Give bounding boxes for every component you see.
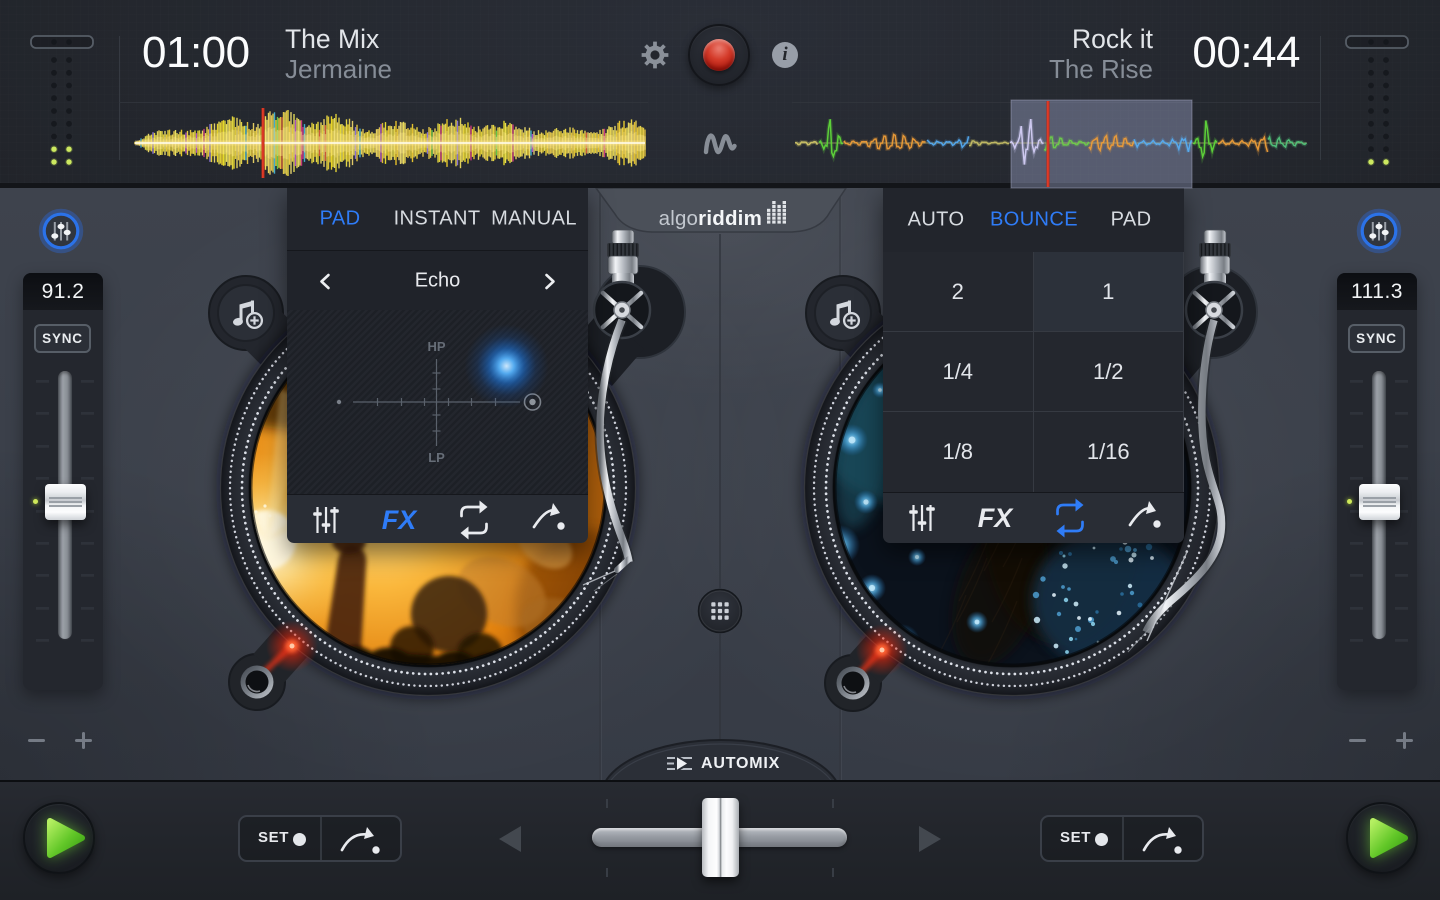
svg-text:LP: LP <box>428 450 445 465</box>
svg-text:algoriddim: algoriddim <box>659 207 762 230</box>
svg-text:FX: FX <box>978 503 1014 533</box>
svg-text:FX: FX <box>382 505 418 535</box>
svg-text:HP: HP <box>427 339 445 354</box>
